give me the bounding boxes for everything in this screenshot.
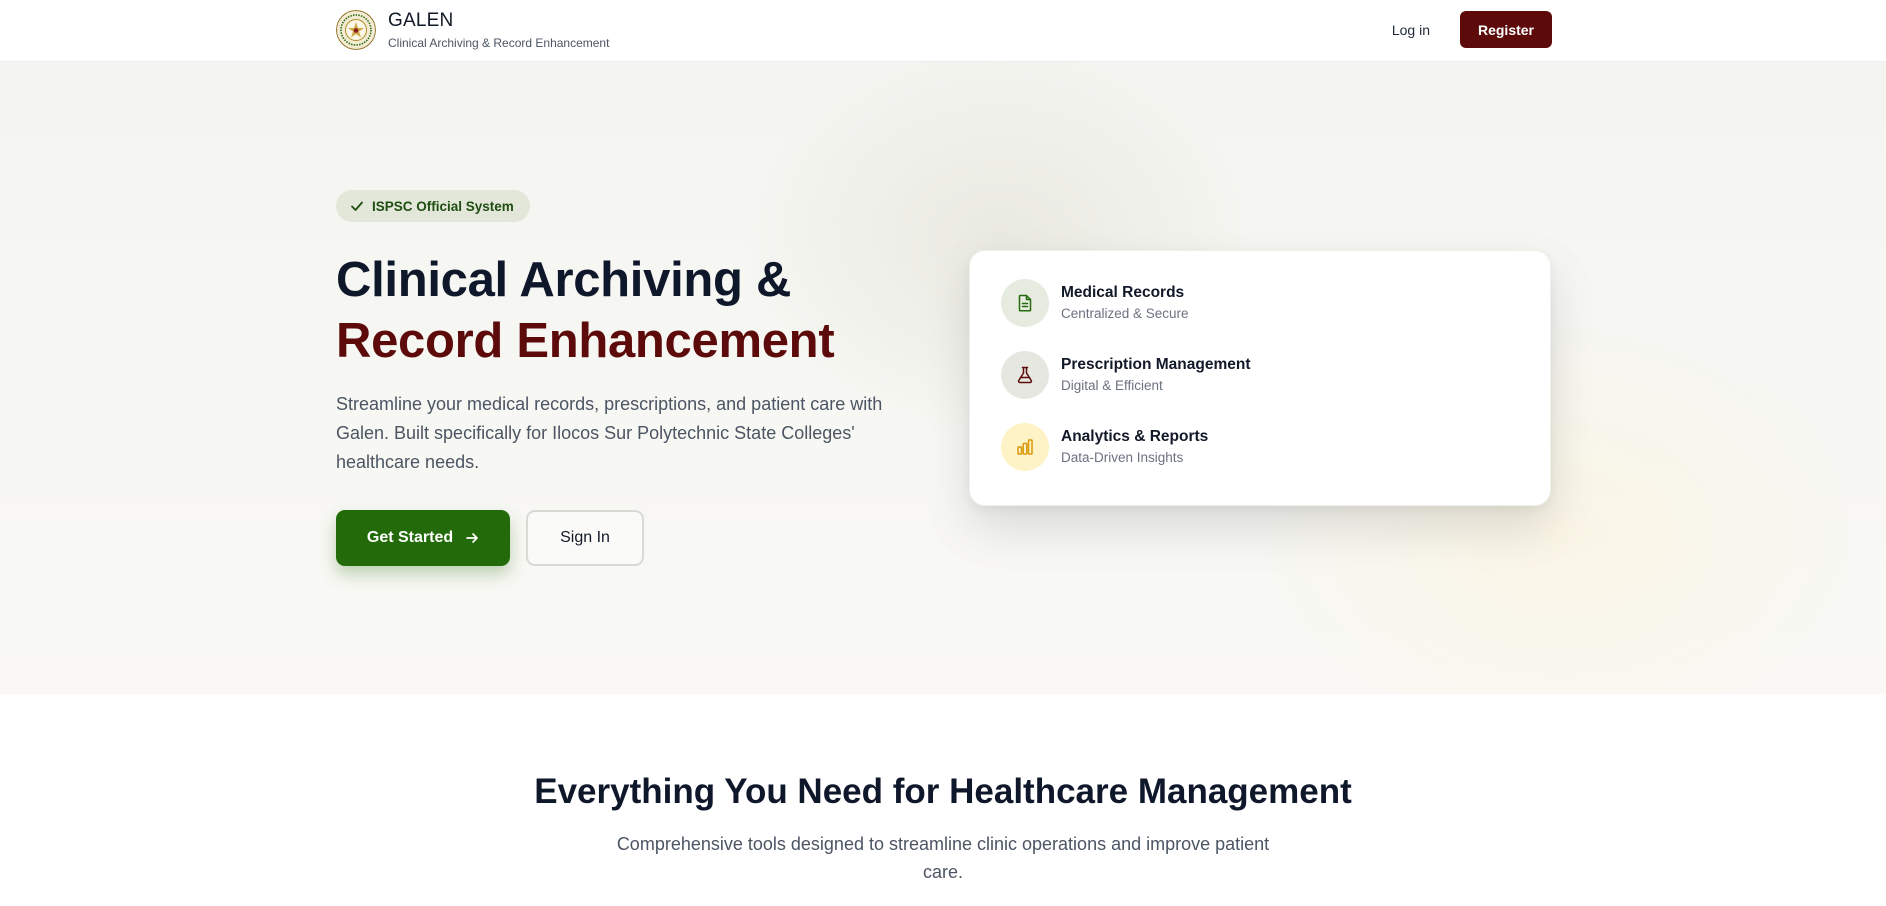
- feature-icon-wrap: [1001, 279, 1049, 327]
- seal-logo: [336, 10, 376, 50]
- feature-icon-wrap: [1001, 423, 1049, 471]
- hero-heading: Clinical Archiving & Record Enhancement: [336, 250, 835, 372]
- header-actions: Log in Register: [1392, 11, 1552, 48]
- section-description: Comprehensive tools designed to streamli…: [616, 834, 1270, 882]
- feature-title: Analytics & Reports: [1061, 428, 1209, 445]
- feature-subtitle: Digital & Efficient: [1061, 378, 1163, 393]
- arrow-right-icon: [466, 533, 478, 543]
- features-card: Medical Records Centralized & Secure Pre…: [969, 250, 1551, 506]
- app-subtitle: Clinical Archiving & Record Enhancement: [388, 36, 610, 50]
- document-icon: [1018, 294, 1032, 312]
- hero-heading-line2: Record Enhancement: [336, 314, 835, 368]
- feature-icon-wrap: [1001, 351, 1049, 399]
- badge-label: ISPSC Official System: [372, 198, 514, 214]
- feature-title: Prescription Management: [1061, 356, 1251, 373]
- feature-title: Medical Records: [1061, 284, 1185, 301]
- check-icon: [351, 201, 363, 211]
- bar-chart-icon: [1017, 439, 1033, 455]
- flask-icon: [1017, 366, 1033, 384]
- feature-medical-records: Medical Records Centralized & Secure: [1001, 279, 1189, 327]
- feature-analytics-reports: Analytics & Reports Data-Driven Insights: [1001, 423, 1208, 471]
- sign-in-button[interactable]: Sign In: [526, 510, 644, 566]
- section-heading: Everything You Need for Healthcare Manag…: [534, 772, 1352, 811]
- get-started-button[interactable]: Get Started: [336, 510, 510, 566]
- top-navbar: GALEN Clinical Archiving & Record Enhanc…: [0, 0, 1886, 62]
- hero-heading-line1: Clinical Archiving &: [336, 253, 792, 307]
- register-button[interactable]: Register: [1460, 11, 1552, 48]
- app-title: GALEN: [388, 10, 454, 31]
- login-link[interactable]: Log in: [1392, 22, 1430, 38]
- hero-section: ISPSC Official System Clinical Archiving…: [0, 62, 1886, 694]
- feature-prescription-management: Prescription Management Digital & Effici…: [1001, 351, 1251, 399]
- get-started-label: Get Started: [366, 529, 454, 546]
- feature-subtitle: Centralized & Secure: [1061, 306, 1189, 321]
- official-badge: ISPSC Official System: [336, 190, 530, 222]
- hero-description: Streamline your medical records, prescri…: [336, 394, 883, 472]
- feature-subtitle: Data-Driven Insights: [1061, 450, 1184, 465]
- brand[interactable]: GALEN Clinical Archiving & Record Enhanc…: [336, 9, 609, 51]
